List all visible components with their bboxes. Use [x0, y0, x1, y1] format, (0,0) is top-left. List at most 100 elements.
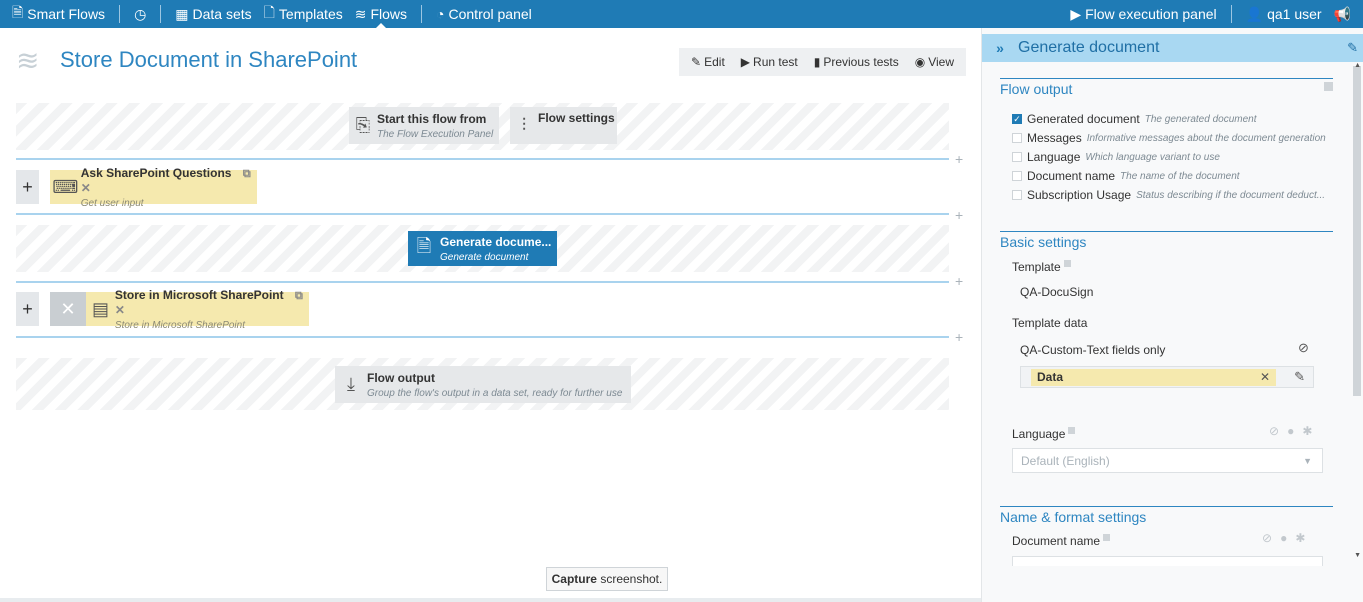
nav-user-menu[interactable]: 👤 qa1 user [1240, 0, 1328, 28]
pencil-icon: ✎ [691, 55, 702, 69]
add-step-button[interactable]: + [16, 170, 39, 204]
language-select[interactable]: Default (English) ▼ [1012, 448, 1323, 473]
nav-divider [421, 5, 423, 23]
nav-templates[interactable]: 🗋 Templates [258, 0, 349, 28]
nav-control-panel[interactable]: ◔ Control panel [430, 0, 538, 28]
insert-step-icon[interactable]: + [955, 208, 963, 222]
insert-step-icon[interactable]: + [955, 152, 963, 166]
bar-chart-icon: ▮ [813, 55, 821, 69]
flows-icon: ≋ [354, 5, 367, 22]
play-icon: ▶ [1070, 5, 1082, 22]
info-icon [1103, 534, 1111, 541]
link-icon[interactable]: ⊘ [1269, 424, 1279, 438]
remove-icon[interactable]: ✕ [1260, 370, 1270, 384]
checkbox-checked[interactable]: ✓ [1012, 114, 1022, 124]
play-icon: ▶ [740, 55, 751, 69]
close-icon[interactable]: ✕ [115, 303, 125, 317]
file-icon: 🗋 [263, 4, 275, 20]
asterisk-icon[interactable]: ✱ [1302, 424, 1312, 438]
eye-icon: ◉ [914, 55, 926, 69]
flow-editor: ≋ Store Document in SharePoint ✎ Edit ▶ Ru… [0, 28, 980, 602]
flow-output-card[interactable]: ⤓ Flow output Group the flow's output in… [335, 366, 631, 403]
nav-datasets[interactable]: ▦ Data sets [169, 0, 257, 28]
template-data-value[interactable]: QA-Custom-Text fields only [1020, 343, 1165, 357]
top-nav-bar: 🗎 Smart Flows ◷ ▦ Data sets 🗋 Templates … [0, 0, 1363, 28]
data-chip[interactable]: Data ✕ [1031, 368, 1276, 386]
info-icon [1063, 260, 1071, 267]
chevron-down-icon: ▼ [1303, 455, 1312, 466]
start-flow-card[interactable]: ⎘ Start this flow from The Flow Executio… [349, 107, 499, 144]
checkbox[interactable] [1012, 190, 1022, 200]
flow-settings-card[interactable]: ⫶ Flow settings [510, 107, 617, 144]
scroll-down-icon[interactable]: ▼ [1354, 552, 1361, 559]
link-icon[interactable]: ⊘ [1298, 340, 1309, 356]
scrollbar-thumb[interactable] [1353, 66, 1361, 396]
template-data-label: Template data [1012, 316, 1088, 330]
checkbox[interactable] [1012, 171, 1022, 181]
panel-scrollbar[interactable] [1351, 60, 1363, 560]
checkbox[interactable] [1012, 133, 1022, 143]
page-header: ≋ Store Document in SharePoint ✎ Edit ▶ Ru… [16, 44, 966, 78]
nav-divider [1230, 5, 1232, 23]
link-text-icon[interactable]: ⊘ [1262, 531, 1272, 545]
template-data-field[interactable]: Data ✕ ✎ [1020, 366, 1314, 388]
ask-sharepoint-step[interactable]: ⌨ Ask SharePoint Questions ⧉ ✕ Get user … [50, 166, 257, 209]
user-icon[interactable]: ● [1287, 424, 1294, 438]
panel-title: Generate document [1018, 39, 1160, 56]
output-generated-document[interactable]: ✓ Generated document The generated docum… [1012, 112, 1257, 126]
output-messages[interactable]: Messages Informative messages about the … [1012, 131, 1326, 145]
view-button[interactable]: ◉ View [907, 55, 962, 69]
asterisk-icon[interactable]: ✱ [1295, 531, 1305, 545]
copy-icon[interactable]: ⧉ [295, 290, 303, 302]
edit-button[interactable]: ✎ Edit [683, 55, 733, 69]
nav-flow-execution-panel[interactable]: ▶ Flow execution panel [1064, 0, 1222, 28]
nav-announcements[interactable]: 📢 [1328, 0, 1357, 28]
insert-step-icon[interactable]: + [955, 330, 963, 344]
grid-icon: ▦ [175, 5, 189, 22]
gauge-icon: ◔ [436, 6, 445, 22]
nav-smart-flows[interactable]: 🗎 Smart Flows [6, 0, 111, 28]
flow-connector [16, 281, 949, 283]
flow-toolbar: ✎ Edit ▶ Run test ▮ Previous tests ◉ View [679, 48, 966, 76]
clock-icon: ◷ [134, 5, 147, 22]
store-sharepoint-step[interactable]: ▤ Store in Microsoft SharePoint ⧉ ✕ Stor… [86, 288, 309, 331]
insert-step-icon[interactable]: + [955, 274, 963, 288]
output-document-name[interactable]: Document name The name of the document [1012, 169, 1240, 183]
user-icon: 👤 [1245, 5, 1264, 22]
user-remove-icon: ✕ [60, 298, 76, 319]
nav-divider [119, 5, 121, 23]
sliders-icon: ⫶ [521, 115, 527, 135]
user-icon[interactable]: ● [1280, 531, 1287, 545]
output-subscription-usage[interactable]: Subscription Usage Status describing if … [1012, 188, 1325, 202]
pencil-icon[interactable]: ✎ [1347, 40, 1358, 56]
flow-connector [16, 213, 949, 215]
output-language[interactable]: Language Which language variant to use [1012, 150, 1220, 164]
previous-tests-button[interactable]: ▮ Previous tests [806, 55, 907, 69]
keyboard-icon: ⌨ [52, 176, 79, 197]
page-title: Store Document in SharePoint [60, 47, 358, 72]
close-icon[interactable]: ✕ [81, 181, 91, 195]
document-icon: 🗎 [12, 4, 24, 20]
pencil-icon[interactable]: ✎ [1294, 369, 1305, 385]
document-name-input[interactable] [1012, 556, 1323, 566]
nav-flows[interactable]: ≋ Flows [349, 0, 413, 28]
template-value[interactable]: QA-DocuSign [1020, 285, 1093, 299]
language-options: ⊘ ● ✱ [1269, 424, 1312, 438]
checkbox[interactable] [1012, 152, 1022, 162]
download-icon: ⤓ [347, 374, 355, 394]
template-label: Template [1012, 260, 1071, 274]
scroll-up-icon[interactable]: ▲ [1354, 62, 1361, 69]
flow-connector [16, 158, 949, 160]
document-icon: 🗎 [416, 235, 432, 256]
add-step-button[interactable]: + [16, 292, 39, 326]
run-test-button[interactable]: ▶ Run test [733, 55, 806, 69]
name-format-section-title: Name & format settings [1000, 506, 1333, 525]
flow-connector [16, 336, 949, 338]
basic-settings-section-title: Basic settings [1000, 231, 1333, 250]
nav-divider [160, 5, 162, 23]
collapse-panel-icon[interactable]: » [982, 40, 1018, 56]
copy-icon[interactable]: ⧉ [243, 168, 251, 180]
generate-document-step[interactable]: 🗎 Generate docume... Generate document [408, 231, 557, 266]
info-icon [1324, 82, 1333, 91]
nav-history[interactable]: ◷ [128, 0, 152, 28]
